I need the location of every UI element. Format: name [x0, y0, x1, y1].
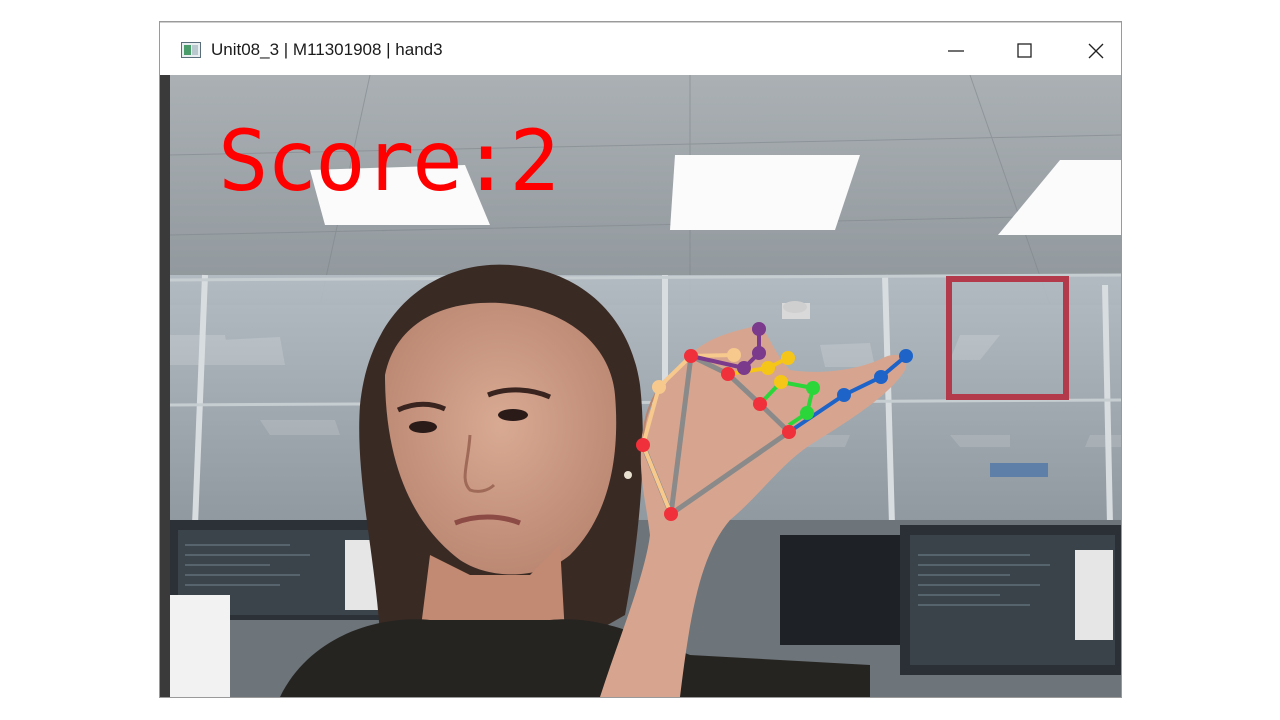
- landmark-thumb-mcp: [652, 380, 666, 394]
- maximize-button[interactable]: [1002, 33, 1048, 67]
- opencv-window: Unit08_3 | M11301908 | hand3 Score:2: [160, 22, 1121, 697]
- landmark-ring-dip: [800, 406, 814, 420]
- score-label: Score:2: [218, 112, 560, 210]
- minimize-button[interactable]: [933, 33, 979, 67]
- window-title: Unit08_3 | M11301908 | hand3: [211, 40, 443, 59]
- landmark-thumb-cmc: [636, 438, 650, 452]
- image-window-icon: [181, 42, 201, 58]
- landmark-index-tip: [752, 322, 766, 336]
- landmark-pinky-dip: [874, 370, 888, 384]
- landmark-middle-mcp: [721, 367, 735, 381]
- target-box: [946, 276, 1069, 400]
- close-icon: [1088, 43, 1104, 59]
- landmark-index-pip: [737, 361, 751, 375]
- landmark-middle-pip: [761, 361, 775, 375]
- landmark-pinky-tip: [899, 349, 913, 363]
- camera-frame: Score:2: [170, 75, 1121, 697]
- window-left-edge: [160, 75, 170, 697]
- landmark-wrist: [664, 507, 678, 521]
- minimize-icon: [948, 50, 964, 52]
- landmark-pinky-pip: [837, 388, 851, 402]
- landmark-pinky-mcp: [782, 425, 796, 439]
- landmark-index-mcp: [684, 349, 698, 363]
- landmark-thumb-tip: [727, 348, 741, 362]
- landmark-ring-mcp: [753, 397, 767, 411]
- landmark-middle-dip: [774, 375, 788, 389]
- landmark-ring-pip: [806, 381, 820, 395]
- landmark-middle-tip: [781, 351, 795, 365]
- title-bar[interactable]: Unit08_3 | M11301908 | hand3: [160, 22, 1121, 76]
- close-button[interactable]: [1073, 33, 1119, 67]
- maximize-icon: [1017, 43, 1032, 58]
- landmark-index-dip: [752, 346, 766, 360]
